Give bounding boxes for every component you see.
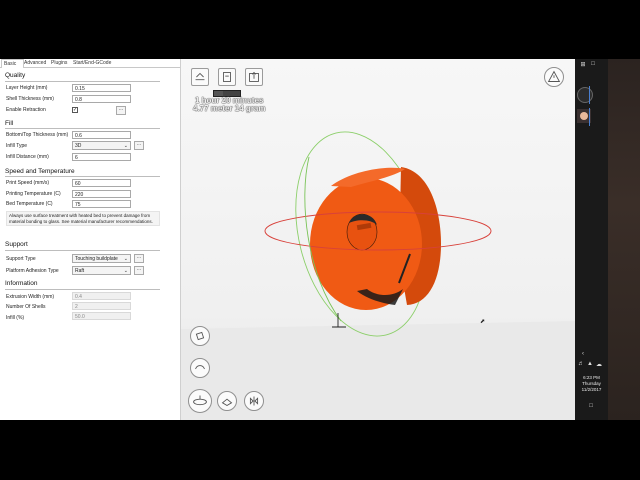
section-divider <box>5 289 160 290</box>
3d-viewport[interactable]: 1 hour 20 minutes 4.77 meter 14 gram ⬈ <box>181 59 575 420</box>
warning-icon <box>547 70 561 82</box>
settings-tabs: Basic Advanced Plugins Start/End-GCode <box>0 59 180 68</box>
notification-center-icon[interactable]: □ <box>587 403 595 409</box>
mirror-button[interactable] <box>244 391 264 411</box>
settings-panel: Basic Advanced Plugins Start/End-GCode Q… <box>0 59 181 420</box>
support-type-select[interactable]: Touching buildplate ⌄ <box>72 254 131 263</box>
tab-start-end-gcode[interactable]: Start/End-GCode <box>73 59 111 67</box>
support-more-button[interactable]: ... <box>134 254 144 263</box>
print-speed-label: Print Speed (mm/s) <box>6 180 50 186</box>
layer-height-label: Layer Height (mm) <box>6 85 48 91</box>
section-title-quality: Quality <box>5 72 26 79</box>
infill-type-label: Infill Type <box>6 143 28 149</box>
section-title-information: Information <box>5 280 38 287</box>
cura-window: Basic Advanced Plugins Start/End-GCode Q… <box>0 59 575 420</box>
layer-height-field[interactable]: 0.15 <box>72 84 131 92</box>
rotate-icon <box>195 365 205 370</box>
infill-distance-field[interactable]: 6 <box>72 153 131 161</box>
extrusion-width-value: 0.4 <box>72 292 131 300</box>
scale-button[interactable] <box>217 391 237 411</box>
layer-view-button[interactable] <box>188 389 212 413</box>
adhesion-type-select[interactable]: Raft ⌄ <box>72 266 131 275</box>
adhesion-type-value: Raft <box>75 268 85 274</box>
infill-type-select[interactable]: 3D ⌄ <box>72 141 131 150</box>
adhesion-type-label: Platform Adhesion Type <box>6 268 59 274</box>
task-view-icon[interactable]: □ <box>588 61 598 67</box>
extrusion-width-label: Extrusion Width (mm) <box>6 294 55 300</box>
view-mode-icon <box>195 331 205 341</box>
windows-start-icon[interactable]: ⊞ <box>578 61 588 68</box>
number-of-shells-label: Number Of Shells <box>6 304 46 310</box>
section-divider <box>5 81 160 82</box>
printing-temperature-field[interactable]: 220 <box>72 190 131 198</box>
infill-more-button[interactable]: ... <box>134 141 144 150</box>
save-toolpath-icon <box>223 72 231 82</box>
chevron-down-icon: ⌄ <box>123 268 128 274</box>
material-usage-text: 4.77 meter 14 gram <box>193 104 266 113</box>
shell-thickness-label: Shell Thickness (mm) <box>6 96 54 102</box>
volume-icon[interactable]: ♬ <box>577 361 585 367</box>
bed-temperature-field[interactable]: 75 <box>72 200 131 208</box>
bottom-top-thickness-label: Bottom/Top Thickness (mm) <box>6 132 69 138</box>
load-icon <box>195 72 205 81</box>
support-type-value: Touching buildplate <box>75 256 118 262</box>
clock-day[interactable]: Thursday <box>575 381 608 387</box>
section-divider <box>5 128 160 129</box>
network-icon[interactable]: ▲ <box>586 361 594 367</box>
onedrive-icon[interactable]: ☁ <box>595 361 603 368</box>
support-type-label: Support Type <box>6 256 36 262</box>
section-divider <box>5 176 160 177</box>
load-model-button[interactable] <box>191 68 209 86</box>
retraction-label: Enable Retraction <box>6 107 46 113</box>
model-scene <box>181 131 575 420</box>
bottom-top-thickness-field[interactable]: 0.6 <box>72 131 131 139</box>
rotate-button[interactable] <box>190 358 210 378</box>
infill-distance-label: Infill Distance (mm) <box>6 154 49 160</box>
section-divider <box>5 250 160 251</box>
clock-date[interactable]: 11/2/2017 <box>575 387 608 393</box>
mouse-pointer-icon: ⬈ <box>480 319 486 325</box>
bed-temperature-label: Bed Temperature (C) <box>6 201 53 207</box>
mirror-icon <box>249 396 259 406</box>
scale-icon <box>221 398 233 407</box>
section-title-support: Support <box>5 241 28 248</box>
section-title-speed: Speed and Temperature <box>5 168 75 175</box>
warning-button[interactable] <box>544 67 564 87</box>
infill-percent-value: 50.0 <box>72 312 131 320</box>
section-title-fill: Fill <box>5 120 14 127</box>
share-icon <box>249 71 259 82</box>
adhesion-more-button[interactable]: ... <box>134 266 144 275</box>
windows-taskbar: ⊞ □ ‹ ♬ ▲ ☁ 6:23 PM Thursday 11/2/2017 □ <box>575 59 608 420</box>
chevron-down-icon: ⌄ <box>123 256 128 262</box>
tab-advanced[interactable]: Advanced <box>24 59 46 67</box>
print-speed-field[interactable]: 60 <box>72 179 131 187</box>
view-mode-button[interactable] <box>190 326 210 346</box>
desktop-wallpaper-strip <box>608 59 640 420</box>
chevron-down-icon: ⌄ <box>123 143 128 149</box>
clock-time[interactable]: 6:23 PM <box>575 375 608 381</box>
infill-percent-label: Infill (%) <box>6 315 25 321</box>
shell-thickness-field[interactable]: 0.8 <box>72 95 131 103</box>
tab-basic[interactable]: Basic <box>1 59 24 68</box>
printing-temperature-label: Printing Temperature (C) <box>6 191 61 197</box>
save-toolpath-button[interactable] <box>218 68 236 86</box>
number-of-shells-value: 2 <box>72 302 131 310</box>
heated-bed-warning-text: Always use surface treatment with heated… <box>6 211 160 226</box>
retraction-more-button[interactable]: ... <box>116 106 126 115</box>
share-button[interactable] <box>245 68 263 86</box>
retraction-checkbox[interactable]: ✓ <box>72 107 78 113</box>
3d-model <box>310 167 441 310</box>
infill-type-value: 3D <box>75 143 82 149</box>
show-hidden-icons-chevron-icon[interactable]: ‹ <box>579 351 587 357</box>
layer-view-icon <box>193 395 207 406</box>
origin-marker <box>332 313 346 328</box>
tab-plugins[interactable]: Plugins <box>51 59 67 67</box>
chrome-app-icon[interactable] <box>577 87 593 103</box>
